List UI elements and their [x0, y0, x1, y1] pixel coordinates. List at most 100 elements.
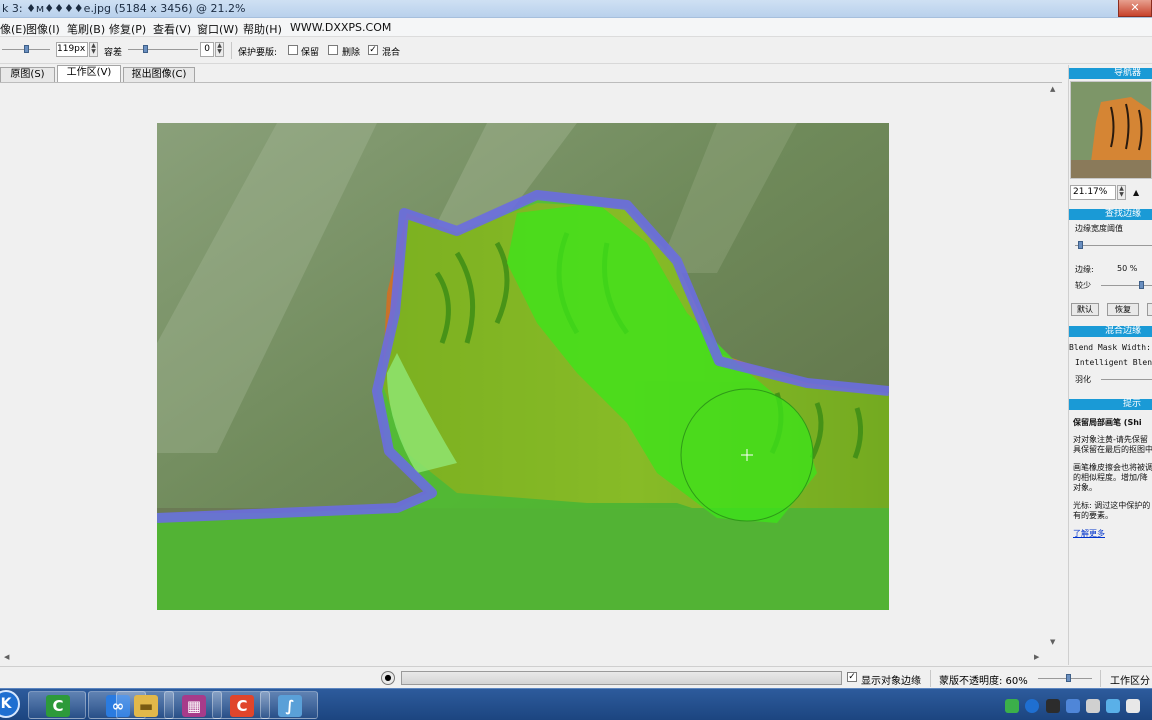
feather-slider[interactable]: [1101, 379, 1152, 380]
separator: [231, 42, 232, 59]
menu-website[interactable]: WWW.DXXPS.COM: [290, 21, 391, 34]
archive-icon: ▦: [182, 695, 206, 717]
tray-display-icon[interactable]: [1106, 699, 1120, 713]
tolerance-label: 容差: [104, 48, 123, 58]
vertical-scrollbar[interactable]: ▲ ▼: [1046, 83, 1060, 653]
workspace-area: ▲ ▼ ◀ ▶: [0, 82, 1062, 666]
protect-label: 保护要版:: [238, 48, 278, 58]
tray-shield-icon[interactable]: [1086, 699, 1100, 713]
restore-button[interactable]: 恢复: [1107, 303, 1139, 316]
right-panel: 导航器 21.17% ▲ ▼ ▲ 查找边缘 边缘宽度阈值 边缘: 50 % 较少 …: [1068, 65, 1152, 665]
tray-k-icon[interactable]: [1025, 699, 1039, 713]
menu-edit[interactable]: 像(E): [0, 21, 27, 37]
taskbar-item-photo[interactable]: ∫: [260, 691, 318, 719]
hint-line: 有的要素。: [1073, 511, 1113, 520]
menu-image[interactable]: 图像(I): [26, 21, 60, 37]
menu-bar: 像(E) 图像(I) 笔刷(B) 修复(P) 查看(V) 窗口(W) 帮助(H)…: [0, 18, 1152, 37]
taskbar-item-camtasia[interactable]: C: [28, 691, 86, 719]
menu-view[interactable]: 查看(V): [153, 21, 191, 37]
keep-label: 保留: [301, 48, 320, 58]
less-slider[interactable]: [1101, 285, 1152, 286]
learn-more-link[interactable]: 了解更多: [1073, 528, 1105, 539]
horizontal-scrollbar[interactable]: ◀ ▶: [0, 651, 1046, 665]
brush-size-thumb[interactable]: [24, 45, 29, 53]
mask-opacity-thumb[interactable]: [1066, 674, 1071, 682]
brush-size-input[interactable]: 119px: [56, 42, 88, 57]
k-icon[interactable]: K: [0, 690, 20, 718]
delete-checkbox[interactable]: [328, 45, 338, 55]
less-thumb[interactable]: [1139, 281, 1144, 289]
edge-threshold-thumb[interactable]: [1078, 241, 1083, 249]
tab-workspace[interactable]: 工作区(V): [57, 65, 121, 82]
photo-app-icon: ∫: [278, 695, 302, 717]
menu-help[interactable]: 帮助(H): [243, 21, 282, 37]
tiger-image: [157, 123, 889, 610]
camtasia-icon: C: [46, 695, 70, 717]
image-canvas[interactable]: [157, 123, 889, 610]
blend-mask-width-label: Blend Mask Width:: [1069, 343, 1151, 352]
intelligent-blend-label[interactable]: Intelligent Blend: [1075, 358, 1152, 367]
taskbar: K C ∞ ▬ ▦ C ∫: [0, 688, 1152, 720]
tab-original[interactable]: 原图(S): [0, 67, 55, 82]
tray-volume-icon[interactable]: [1126, 699, 1140, 713]
feather-label: 羽化: [1075, 375, 1091, 384]
blend-checkbox[interactable]: ✓: [368, 45, 378, 55]
scroll-left-icon[interactable]: ◀: [4, 653, 9, 661]
tab-extracted[interactable]: 抠出图像(C): [123, 67, 195, 82]
zoom-fit-icon[interactable]: ▲: [1133, 188, 1139, 197]
title-bar: k 3: ♦м♦♦♦♦e.jpg (5184 x 3456) @ 21.2% ✕: [0, 0, 1152, 18]
hint-heading: 保留局部画笔 (Shi: [1073, 418, 1142, 427]
progress-bar: [401, 671, 842, 685]
view-tabs: 原图(S) 工作区(V) 抠出图像(C): [0, 65, 1068, 82]
scroll-down-icon[interactable]: ▼: [1050, 638, 1055, 646]
zoom-input[interactable]: 21.17%: [1070, 185, 1116, 200]
mask-opacity-slider[interactable]: [1038, 678, 1092, 679]
show-edges-label: 显示对象边缘: [861, 676, 921, 687]
options-bar: 119px ▲ ▼ 容差 0 ▲ ▼ 保护要版: 保留 删除 ✓ 混合: [0, 37, 1152, 64]
separator: [930, 670, 931, 687]
stop-icon[interactable]: ●: [381, 671, 395, 685]
delete-label: 删除: [342, 48, 361, 58]
mask-opacity-label: 蒙版不透明度: 60%: [939, 676, 1028, 687]
tolerance-slider[interactable]: [128, 49, 198, 50]
edge-label: 边缘:: [1075, 265, 1094, 274]
edge-threshold-slider[interactable]: [1075, 245, 1152, 246]
keep-checkbox[interactable]: [288, 45, 298, 55]
less-label: 较少: [1075, 281, 1091, 290]
tolerance-stepper[interactable]: ▲ ▼: [215, 42, 224, 57]
folder-icon: ▬: [134, 695, 158, 717]
navigator-header: 导航器: [1069, 68, 1152, 79]
show-edges-checkbox[interactable]: ✓: [847, 672, 857, 682]
menu-repair[interactable]: 修复(P): [109, 21, 146, 37]
tray-screen-icon[interactable]: [1066, 699, 1080, 713]
window-title: k 3: ♦м♦♦♦♦e.jpg (5184 x 3456) @ 21.2%: [2, 2, 246, 15]
app-window: k 3: ♦м♦♦♦♦e.jpg (5184 x 3456) @ 21.2% ✕…: [0, 0, 1152, 720]
brush-size-stepper[interactable]: ▲ ▼: [89, 42, 98, 57]
edge-threshold-label: 边缘宽度阈值: [1075, 224, 1123, 233]
zoom-stepper[interactable]: ▲ ▼: [1117, 185, 1126, 200]
status-bar: ● ✓ 显示对象边缘 蒙版不透明度: 60% 工作区分: [0, 666, 1152, 688]
blend-label: 混合: [382, 48, 401, 58]
separator: [1100, 670, 1101, 687]
extra-button[interactable]: [1147, 303, 1152, 316]
hints-header: 提示: [1069, 399, 1152, 410]
menu-window[interactable]: 窗口(W): [197, 21, 238, 37]
hint-line: 对象。: [1073, 483, 1097, 492]
close-window-button[interactable]: ✕: [1118, 0, 1152, 17]
edge-value: 50 %: [1117, 264, 1138, 273]
navigator-thumbnail[interactable]: [1070, 81, 1152, 179]
workspace-status: 工作区分: [1110, 676, 1150, 687]
close-icon: ✕: [1130, 1, 1140, 14]
camtasia-recorder-icon: C: [230, 695, 254, 717]
hint-line: 具保留在最后的抠图中: [1073, 445, 1152, 454]
blend-edge-header: 混合边缘: [1069, 326, 1152, 337]
tolerance-thumb[interactable]: [143, 45, 148, 53]
tray-network-icon[interactable]: [1005, 699, 1019, 713]
tray-ps-icon[interactable]: [1046, 699, 1060, 713]
default-button[interactable]: 默认: [1071, 303, 1099, 316]
scroll-up-icon[interactable]: ▲: [1050, 85, 1055, 93]
menu-brush[interactable]: 笔刷(B): [67, 21, 105, 37]
edge-header: 查找边缘: [1069, 209, 1152, 220]
scroll-right-icon[interactable]: ▶: [1034, 653, 1039, 661]
tolerance-input[interactable]: 0: [200, 42, 214, 57]
